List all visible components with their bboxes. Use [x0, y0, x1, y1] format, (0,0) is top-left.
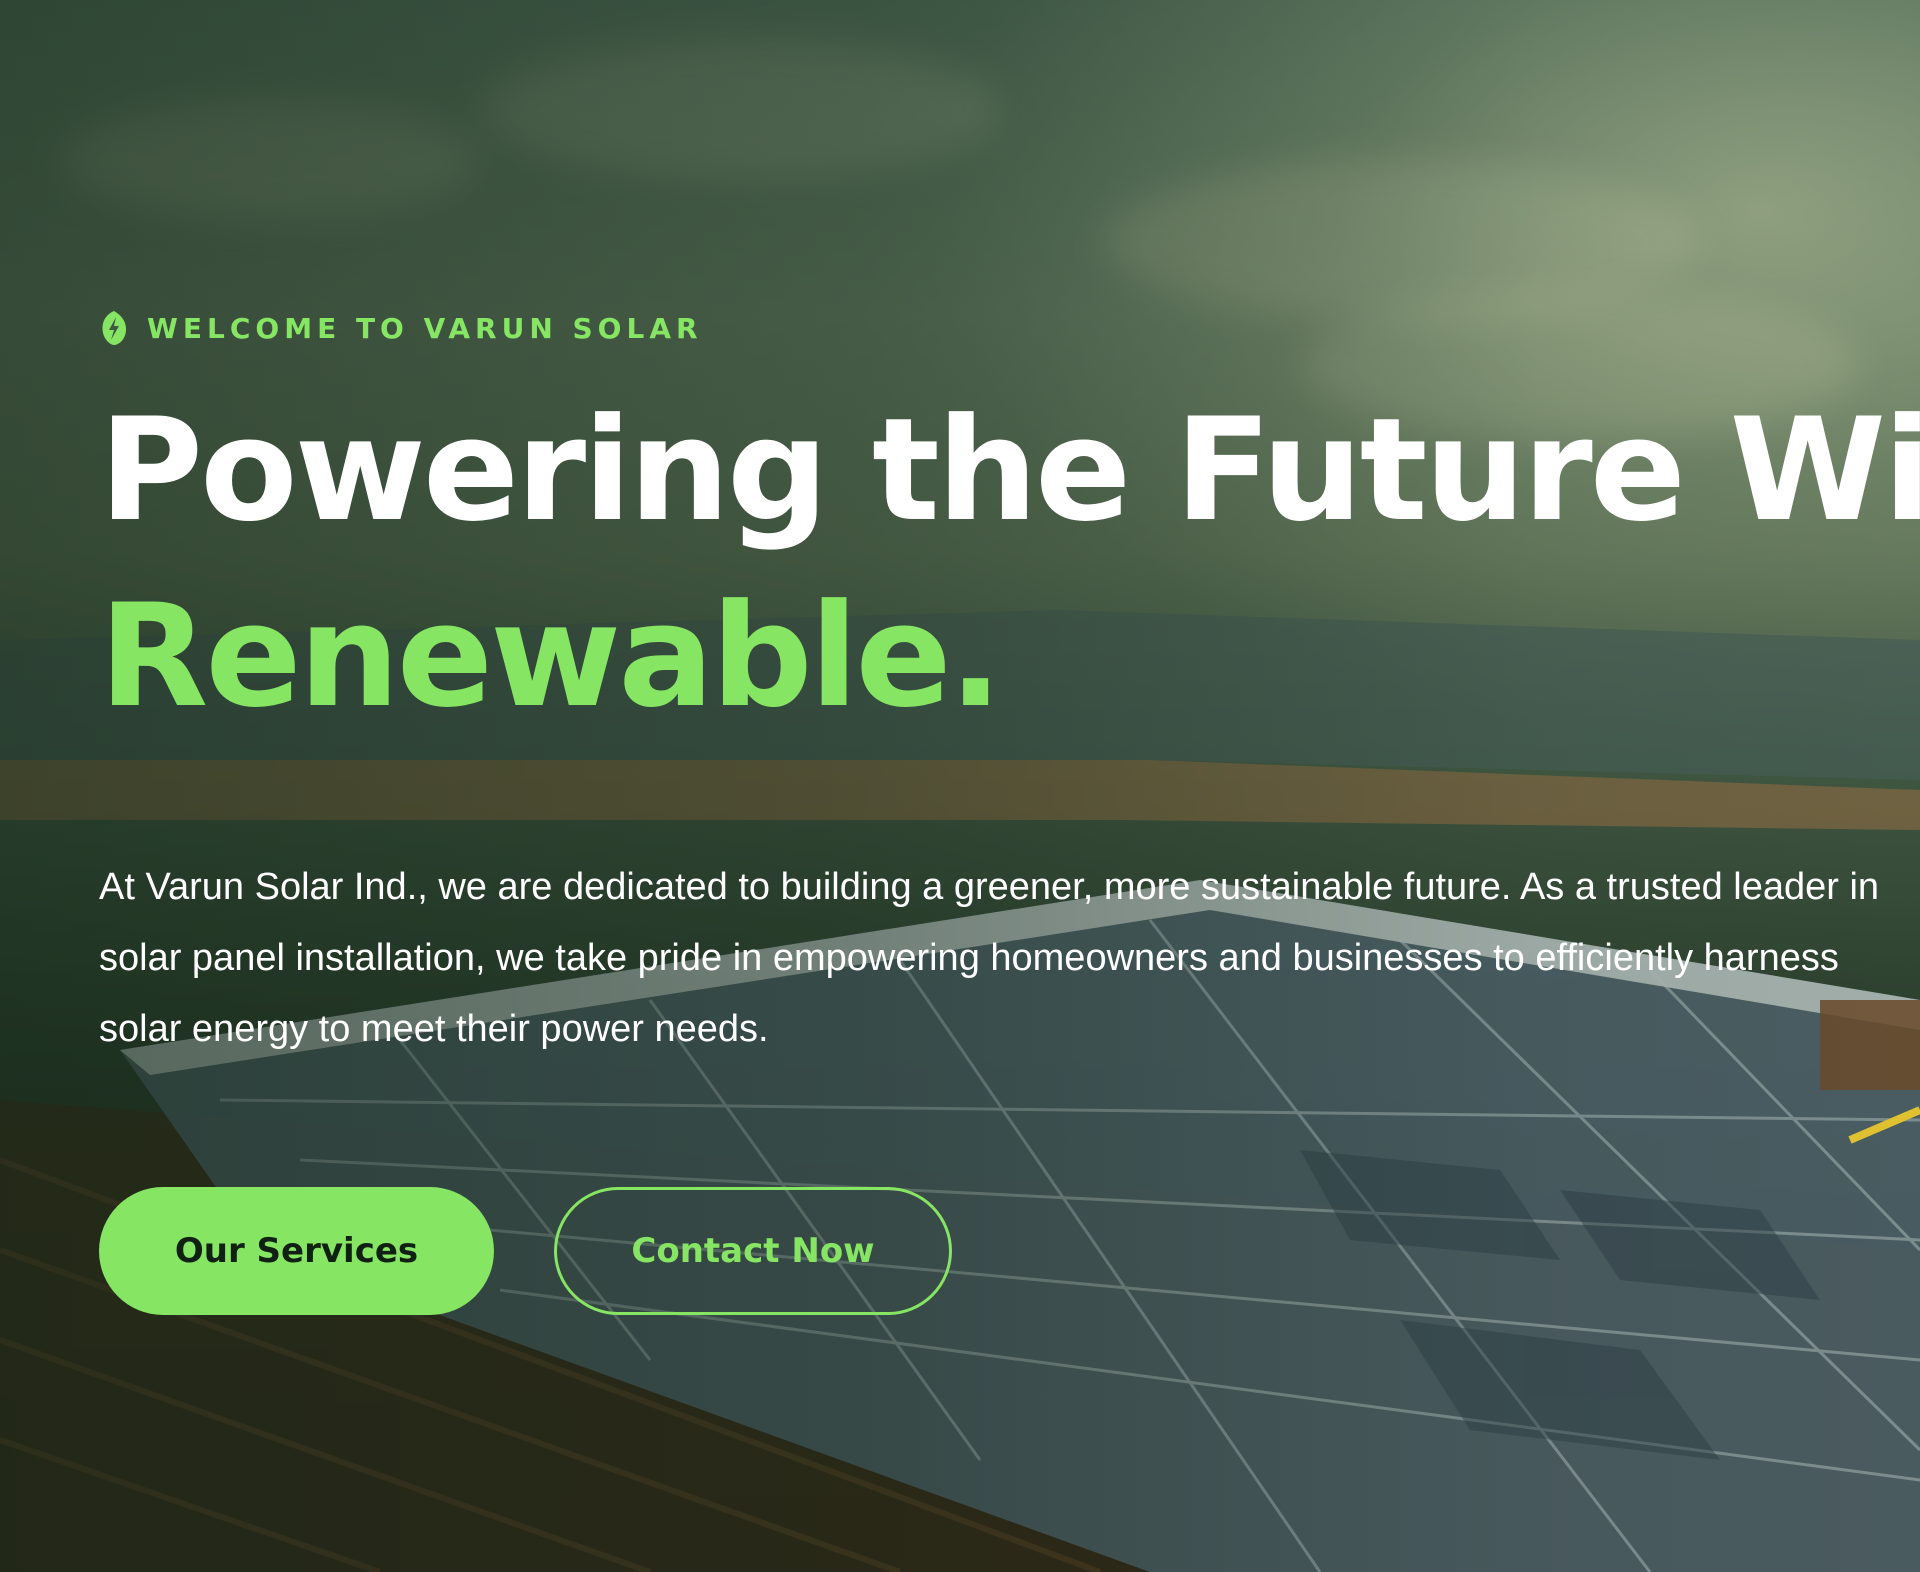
intro-paragraph: At Varun Solar Ind., we are dedicated to…: [99, 866, 1880, 1050]
hero-actions: Our Services Contact Now: [99, 1187, 952, 1315]
leaf-bolt-icon: [99, 309, 129, 347]
eyebrow: WELCOME TO VARUN SOLAR: [99, 300, 1899, 356]
headline-accent: Renewable.: [99, 574, 1003, 739]
hero-section: WELCOME TO VARUN SOLAR Powering the Futu…: [0, 0, 1920, 1572]
our-services-button[interactable]: Our Services: [99, 1187, 494, 1315]
page-title: Powering the Future With Renewable.: [99, 378, 1920, 750]
welcome-text: WELCOME TO VARUN SOLAR: [147, 311, 703, 345]
contact-now-button[interactable]: Contact Now: [554, 1187, 952, 1315]
headline-line-1: Powering the Future With: [99, 388, 1920, 553]
hero-content: WELCOME TO VARUN SOLAR Powering the Futu…: [99, 300, 1920, 1103]
